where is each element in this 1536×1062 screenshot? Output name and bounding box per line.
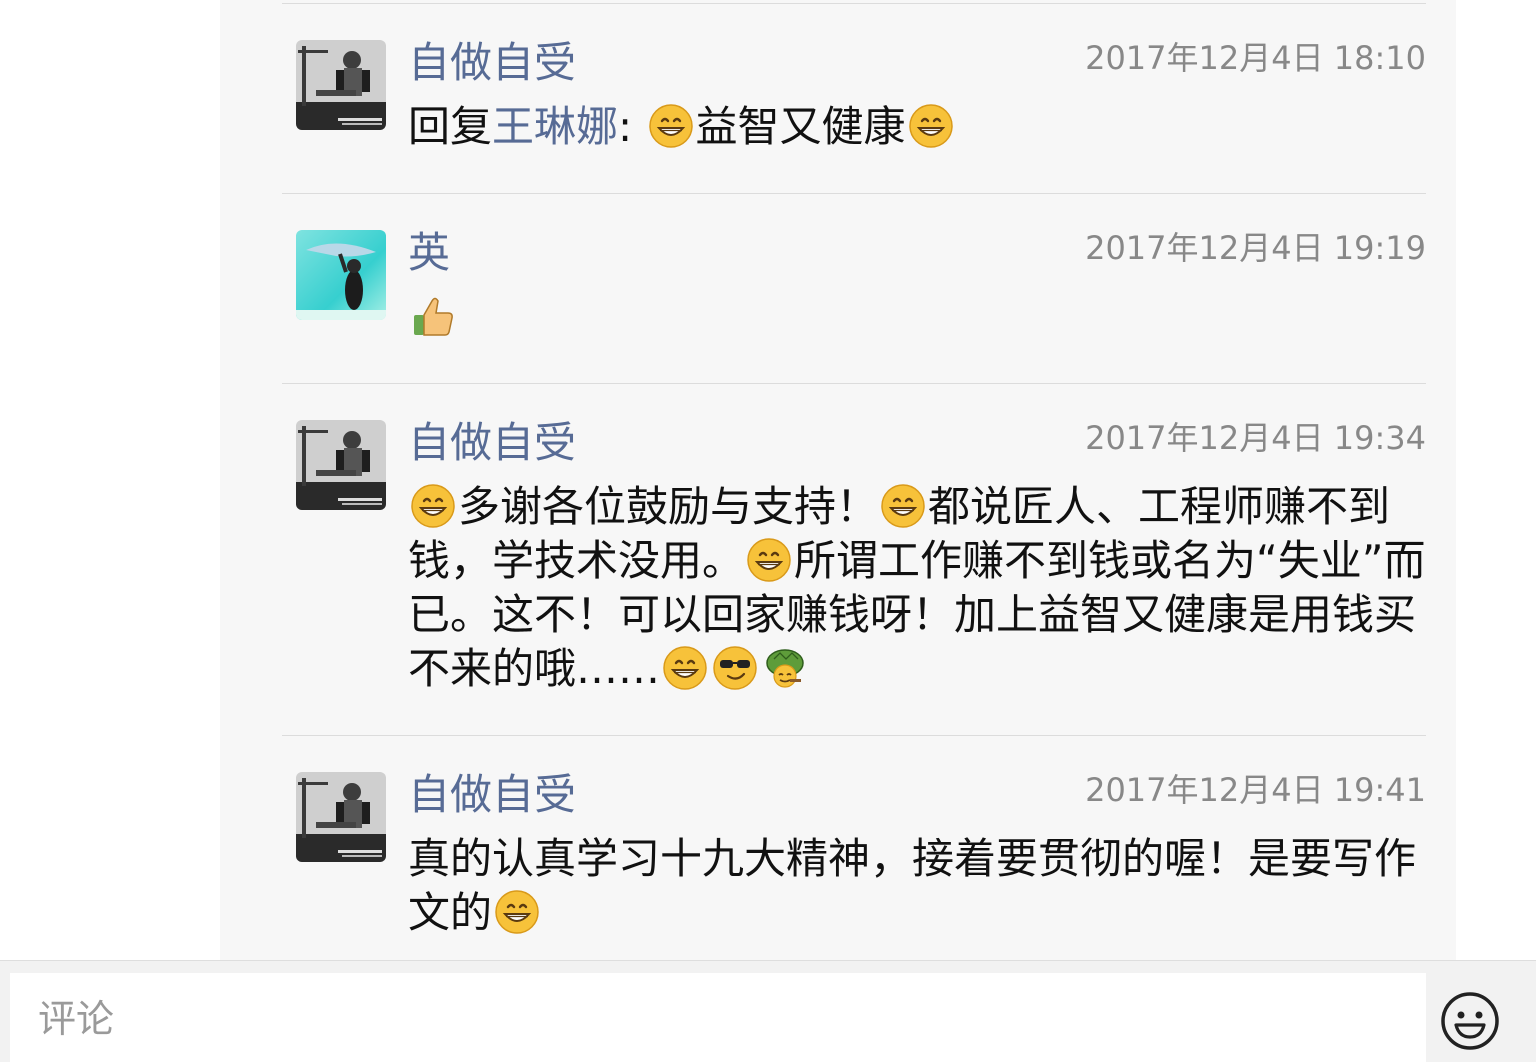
- grinning-face-icon: [880, 483, 926, 529]
- smiley-face-icon[interactable]: [1440, 991, 1500, 1051]
- comment-text: [408, 290, 1430, 344]
- comment-item[interactable]: 自做自受 2017年12月4日 18:10 回复王琳娜: 益智又健康: [282, 4, 1426, 194]
- comment-author[interactable]: 自做自受: [408, 774, 576, 816]
- grinning-face-icon: [494, 889, 540, 935]
- comment-item[interactable]: 英 2017年12月4日 19:19: [282, 194, 1426, 384]
- reply-prefix: 回复: [408, 102, 493, 151]
- comments-panel: 自做自受 2017年12月4日 18:10 回复王琳娜: 益智又健康 英 201…: [220, 0, 1456, 960]
- comment-timestamp: 2017年12月4日 19:34: [1085, 419, 1426, 457]
- comment-timestamp: 2017年12月4日 19:41: [1085, 771, 1426, 809]
- comment-text-part: 多谢各位鼓励与支持！: [458, 482, 879, 531]
- comment-timestamp: 2017年12月4日 19:19: [1085, 229, 1426, 267]
- comment-input[interactable]: [10, 973, 1426, 1062]
- comment-bar: [0, 960, 1536, 1062]
- reply-target-name[interactable]: 王琳娜: [492, 102, 618, 151]
- grinning-face-icon: [746, 537, 792, 583]
- comment-timestamp: 2017年12月4日 18:10: [1085, 39, 1426, 77]
- sunglasses-face-icon: [712, 645, 758, 691]
- comment-item[interactable]: 自做自受 2017年12月4日 19:34 多谢各位鼓励与支持！ 都说匠人、工程师…: [282, 384, 1426, 736]
- grinning-face-icon: [662, 645, 708, 691]
- comment-text: 回复王琳娜: 益智又健康: [408, 100, 1430, 154]
- comment-item[interactable]: 自做自受 2017年12月4日 19:41 真的认真学习十九大精神，接着要贯彻的…: [282, 736, 1426, 960]
- comment-author[interactable]: 英: [408, 232, 450, 274]
- turtle-face-icon: [762, 645, 808, 691]
- avatar[interactable]: [296, 420, 386, 510]
- comment-author[interactable]: 自做自受: [408, 422, 576, 464]
- avatar[interactable]: [296, 772, 386, 862]
- grinning-face-icon: [648, 103, 694, 149]
- thumbs-up-icon: [410, 293, 456, 339]
- avatar[interactable]: [296, 230, 386, 320]
- grinning-face-icon: [908, 103, 954, 149]
- grinning-face-icon: [410, 483, 456, 529]
- reply-colon: :: [618, 102, 646, 151]
- comment-text: 多谢各位鼓励与支持！ 都说匠人、工程师赚不到钱，学技术没用。 所谓工作赚不到钱或名为…: [408, 480, 1430, 696]
- comment-text-part: 益智又健康: [695, 102, 906, 151]
- avatar[interactable]: [296, 40, 386, 130]
- comment-text-part: 真的认真学习十九大精神，接着要贯彻的喔！是要写作文的: [408, 834, 1417, 937]
- comment-text: 真的认真学习十九大精神，接着要贯彻的喔！是要写作文的: [408, 832, 1430, 940]
- moments-comment-page: 自做自受 2017年12月4日 18:10 回复王琳娜: 益智又健康 英 201…: [0, 0, 1536, 1062]
- comment-author[interactable]: 自做自受: [408, 42, 576, 84]
